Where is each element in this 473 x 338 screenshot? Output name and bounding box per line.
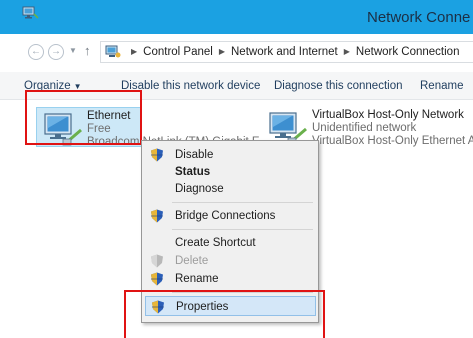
annotation-highlight-properties [124, 290, 325, 338]
chevron-right-icon[interactable]: ▶ [344, 47, 350, 56]
menu-separator [172, 229, 313, 230]
up-arrow-icon[interactable]: ↑ [84, 43, 91, 58]
control-panel-icon [105, 45, 121, 58]
menu-item-rename[interactable]: Rename [145, 269, 316, 289]
menu-item-diagnose[interactable]: Diagnose [145, 179, 316, 199]
shield-icon [151, 254, 163, 268]
window-title: Network Conne [367, 9, 471, 26]
adapter-device: VirtualBox Host-Only Ethernet A [312, 135, 473, 147]
menu-item-label: Diagnose [175, 183, 224, 195]
chevron-right-icon[interactable]: ▶ [219, 47, 225, 56]
menu-item-delete: Delete [145, 251, 316, 271]
menu-item-label: Disable [175, 149, 214, 161]
adapter-name: VirtualBox Host-Only Network [312, 109, 464, 121]
diagnose-connection-button[interactable]: Diagnose this connection [274, 80, 403, 92]
network-connections-icon [22, 6, 39, 19]
menu-item-label: Bridge Connections [175, 210, 276, 222]
menu-item-bridge-connections[interactable]: Bridge Connections [145, 206, 316, 226]
address-bar: ← → ▼ ↑ ▶ Control Panel ▶ Network and Inter… [0, 34, 473, 70]
menu-item-label: Status [175, 166, 211, 178]
rename-button[interactable]: Rename [420, 80, 463, 92]
adapter-status: Unidentified network [312, 122, 417, 134]
title-bar: Network Conne [0, 0, 473, 34]
menu-separator [172, 202, 313, 203]
chevron-right-icon[interactable]: ▶ [131, 47, 137, 56]
breadcrumb-network-and-internet[interactable]: Network and Internet [231, 46, 338, 58]
forward-arrow-icon[interactable]: → [48, 44, 64, 60]
shield-icon [151, 148, 163, 162]
menu-item-label: Delete [175, 255, 209, 267]
location-field[interactable]: ▶ Control Panel ▶ Network and Internet ▶ Netw… [100, 41, 473, 63]
breadcrumb: ▶ Control Panel ▶ Network and Internet ▶ Netw… [125, 46, 459, 58]
breadcrumb-network-connections[interactable]: Network Connection [356, 46, 460, 58]
shield-icon [151, 209, 163, 223]
shield-icon [151, 272, 163, 286]
menu-item-create-shortcut[interactable]: Create Shortcut [145, 233, 316, 253]
back-arrow-icon[interactable]: ← [28, 44, 44, 60]
annotation-highlight-ethernet [25, 90, 142, 145]
chevron-down-icon[interactable]: ▼ [69, 46, 77, 55]
menu-item-label: Create Shortcut [175, 237, 256, 249]
menu-item-label: Rename [175, 273, 219, 285]
breadcrumb-control-panel[interactable]: Control Panel [143, 46, 213, 58]
